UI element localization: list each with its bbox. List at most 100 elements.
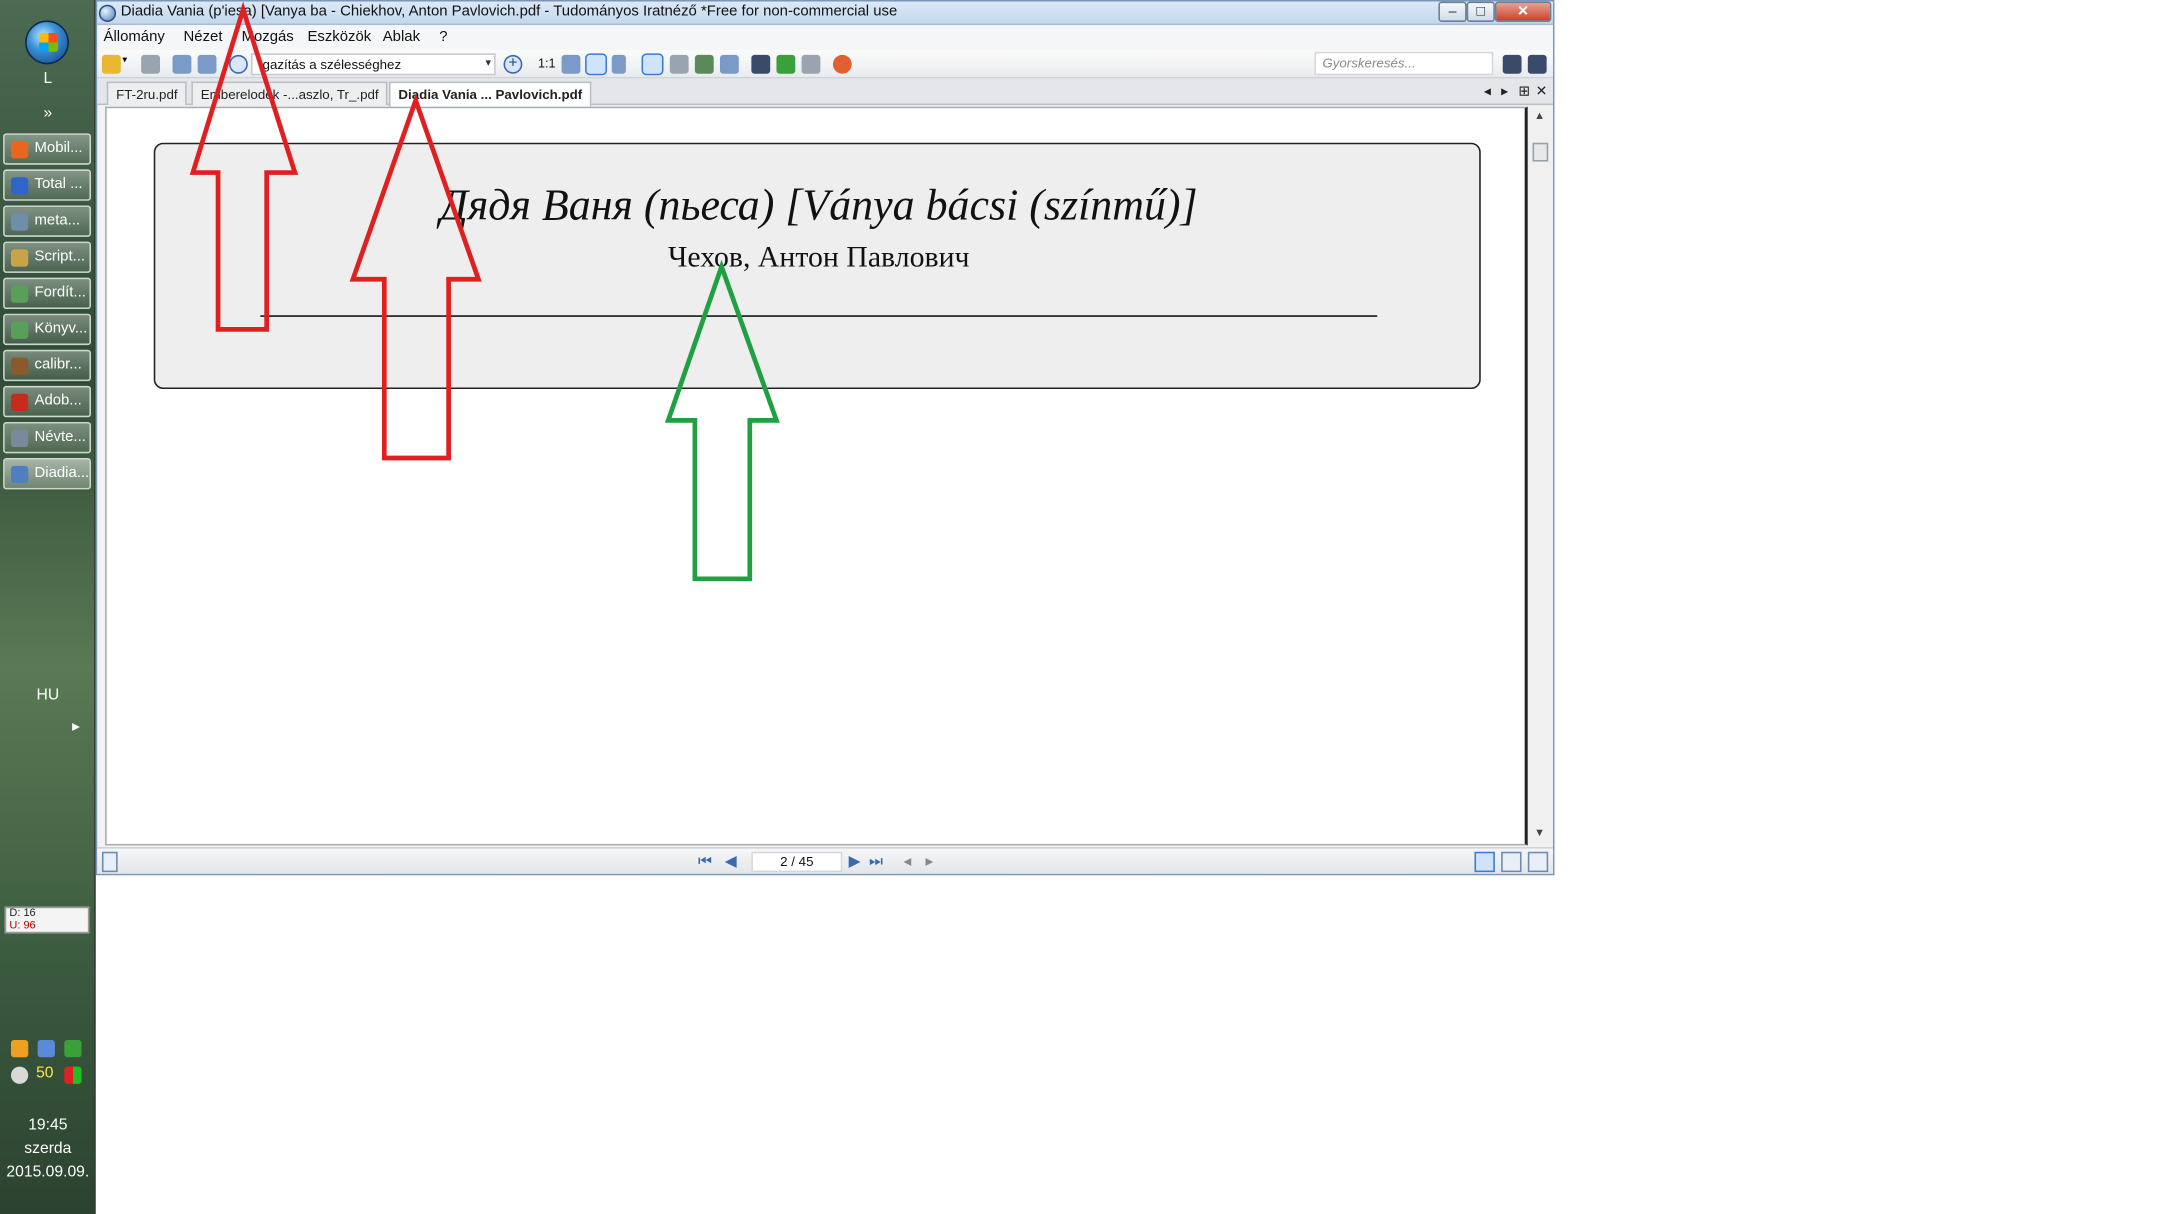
sidebar-toggle-icon[interactable]	[101, 851, 118, 873]
menu-view[interactable]: Nézet	[184, 28, 223, 45]
system-tray: 50	[10, 1039, 86, 1093]
taskbar-clock[interactable]: 19:45 szerda 2015.09.09.	[0, 1114, 96, 1185]
tab-diadia-vania[interactable]: Diadia Vania ... Pavlovich.pdf	[389, 81, 592, 107]
chevron-down-icon[interactable]: ▾	[485, 55, 491, 74]
taskbar: L » Mobil... Total ... meta... Script... For…	[0, 0, 96, 1214]
tab-emberelodek[interactable]: Emberelodek -...aszlo, Tr_.pdf	[191, 81, 389, 106]
two-page-view-icon[interactable]	[1501, 851, 1522, 873]
search-next-icon[interactable]	[1502, 54, 1522, 74]
clock-date: 2015.09.09.	[6, 1163, 90, 1182]
quick-search-input[interactable]: Gyorskeresés...	[1314, 51, 1494, 76]
minimize-button[interactable]: –	[1438, 1, 1467, 22]
prev-page-icon[interactable]: ◀	[725, 853, 737, 870]
swap-icon[interactable]	[776, 54, 796, 74]
menu-window[interactable]: Ablak	[383, 28, 420, 45]
start-button[interactable]	[25, 20, 70, 65]
taskbar-button[interactable]: Fordít...	[3, 277, 91, 310]
zoom-out-icon[interactable]	[229, 54, 248, 74]
tab-close-icon[interactable]: ✕	[1536, 83, 1548, 100]
snapshot-icon[interactable]	[719, 54, 739, 74]
taskbar-button[interactable]: Diadia...	[3, 458, 91, 490]
fit-height-icon[interactable]	[611, 54, 626, 74]
taskbar-button[interactable]: Adob...	[3, 385, 91, 418]
first-page-icon[interactable]: ⏮	[698, 853, 712, 870]
tab-grid-icon[interactable]: ⊞	[1518, 83, 1530, 100]
bookmark-icon[interactable]	[832, 54, 852, 74]
vertical-scrollbar[interactable]: ▲ ▼	[1527, 106, 1553, 846]
net-upload: U: 96	[9, 920, 36, 932]
select-icon[interactable]	[197, 54, 217, 74]
page-number-field[interactable]: 2 / 45	[751, 851, 843, 873]
hand-tool-icon[interactable]	[641, 53, 664, 76]
menu-help[interactable]: ?	[439, 28, 447, 45]
tab-prev-icon[interactable]: ◂	[1484, 83, 1491, 100]
zoom-select[interactable]: Igazítás a szélességhez ▾	[250, 53, 496, 76]
search-all-icon[interactable]	[1527, 54, 1547, 74]
actual-size-button[interactable]: 1:1	[538, 56, 555, 70]
copy-icon[interactable]	[172, 54, 192, 74]
open-folder-icon[interactable]	[101, 54, 121, 74]
page-mode-icon[interactable]	[1446, 852, 1466, 872]
taskbar-button[interactable]: Mobil...	[3, 133, 91, 165]
language-indicator[interactable]: HU	[0, 687, 96, 704]
grid-view-icon[interactable]	[1527, 851, 1549, 873]
taskbar-button[interactable]: Total ...	[3, 169, 91, 201]
title-bar[interactable]: Diadia Vania (p'iesa) [Vanya ba - Chiekh…	[97, 1, 1553, 26]
tab-next-icon[interactable]: ▸	[1501, 83, 1508, 100]
maximize-button[interactable]: □	[1466, 1, 1495, 22]
taskbar-expand-button[interactable]: »	[0, 105, 96, 122]
document-view[interactable]: Дядя Ваня (пьеса) [Ványa bácsi (színmű)]…	[105, 106, 1528, 846]
fit-page-icon[interactable]	[561, 54, 581, 74]
scroll-thumb[interactable]	[1532, 142, 1549, 162]
app-icon[interactable]	[98, 4, 117, 22]
open-dropdown-icon[interactable]: ▾	[122, 55, 133, 74]
windows-logo-icon	[39, 32, 59, 52]
scroll-up-icon[interactable]: ▲	[1534, 111, 1545, 122]
taskbar-button-label: Total ...	[34, 175, 83, 193]
next-page-icon[interactable]: ▶	[849, 853, 861, 870]
menu-navigate[interactable]: Mozgás	[242, 28, 294, 45]
taskbar-button[interactable]: Script...	[3, 241, 91, 273]
document-divider	[260, 315, 1378, 317]
clock-weekday: szerda	[24, 1140, 72, 1158]
app-taskbar-icon	[10, 393, 29, 411]
taskbar-button[interactable]: calibr...	[3, 349, 91, 382]
find-icon[interactable]	[751, 54, 771, 74]
document-title: Дядя Ваня (пьеса) [Ványa bácsi (színmű)]	[439, 181, 1198, 231]
taskbar-button[interactable]: Könyv...	[3, 313, 91, 346]
tray-skull-icon[interactable]	[10, 1066, 29, 1084]
menu-tools[interactable]: Eszközök	[307, 28, 371, 45]
last-page-icon[interactable]: ⏭	[869, 853, 883, 870]
history-back-icon[interactable]: ◂	[904, 853, 912, 870]
single-page-view-icon[interactable]	[1474, 851, 1495, 873]
taskbar-button[interactable]: meta...	[3, 205, 91, 237]
taskbar-button-label: Script...	[34, 247, 86, 266]
window-title: Diadia Vania (p'iesa) [Vanya ba - Chiekh…	[120, 3, 898, 21]
scroll-down-icon[interactable]: ▼	[1534, 828, 1545, 839]
zoom-select-value: Igazítás a szélességhez	[258, 56, 402, 73]
app-taskbar-icon	[10, 465, 29, 484]
image-select-icon[interactable]	[694, 54, 714, 74]
toolbar: ▾ Igazítás a szélességhez ▾ + 1:1 Gyorsk…	[97, 50, 1553, 79]
tray-monitor-icon[interactable]	[37, 1039, 55, 1058]
taskbar-button-label: calibr...	[34, 356, 82, 374]
close-button[interactable]: ✕	[1494, 1, 1552, 22]
network-meter: D: 16 U: 96	[4, 906, 90, 934]
history-forward-icon[interactable]: ▸	[925, 853, 933, 870]
zoom-in-icon[interactable]: +	[503, 54, 523, 74]
taskbar-button[interactable]: Névte...	[3, 421, 91, 454]
status-bar: ⏮ ◀ 2 / 45 ▶ ⏭ ◂ ▸	[97, 847, 1553, 874]
duplicate-icon[interactable]	[801, 54, 821, 74]
tab-ft2ru[interactable]: FT-2ru.pdf	[106, 81, 188, 106]
clock-time: 19:45	[28, 1116, 68, 1135]
screen: L » Mobil... Total ... meta... Script... For…	[0, 0, 2160, 1214]
fit-width-icon[interactable]	[585, 53, 608, 76]
tray-security-icon[interactable]	[64, 1039, 82, 1058]
print-icon[interactable]	[141, 54, 160, 74]
menu-file[interactable]: Állomány	[104, 28, 165, 45]
taskbar-button-label: Diadia...	[34, 464, 90, 482]
tray-network-icon[interactable]	[64, 1066, 82, 1084]
taskbar-button-label: Mobil...	[34, 139, 83, 157]
tray-clock-app-icon[interactable]	[10, 1039, 29, 1058]
text-select-icon[interactable]	[669, 54, 689, 74]
